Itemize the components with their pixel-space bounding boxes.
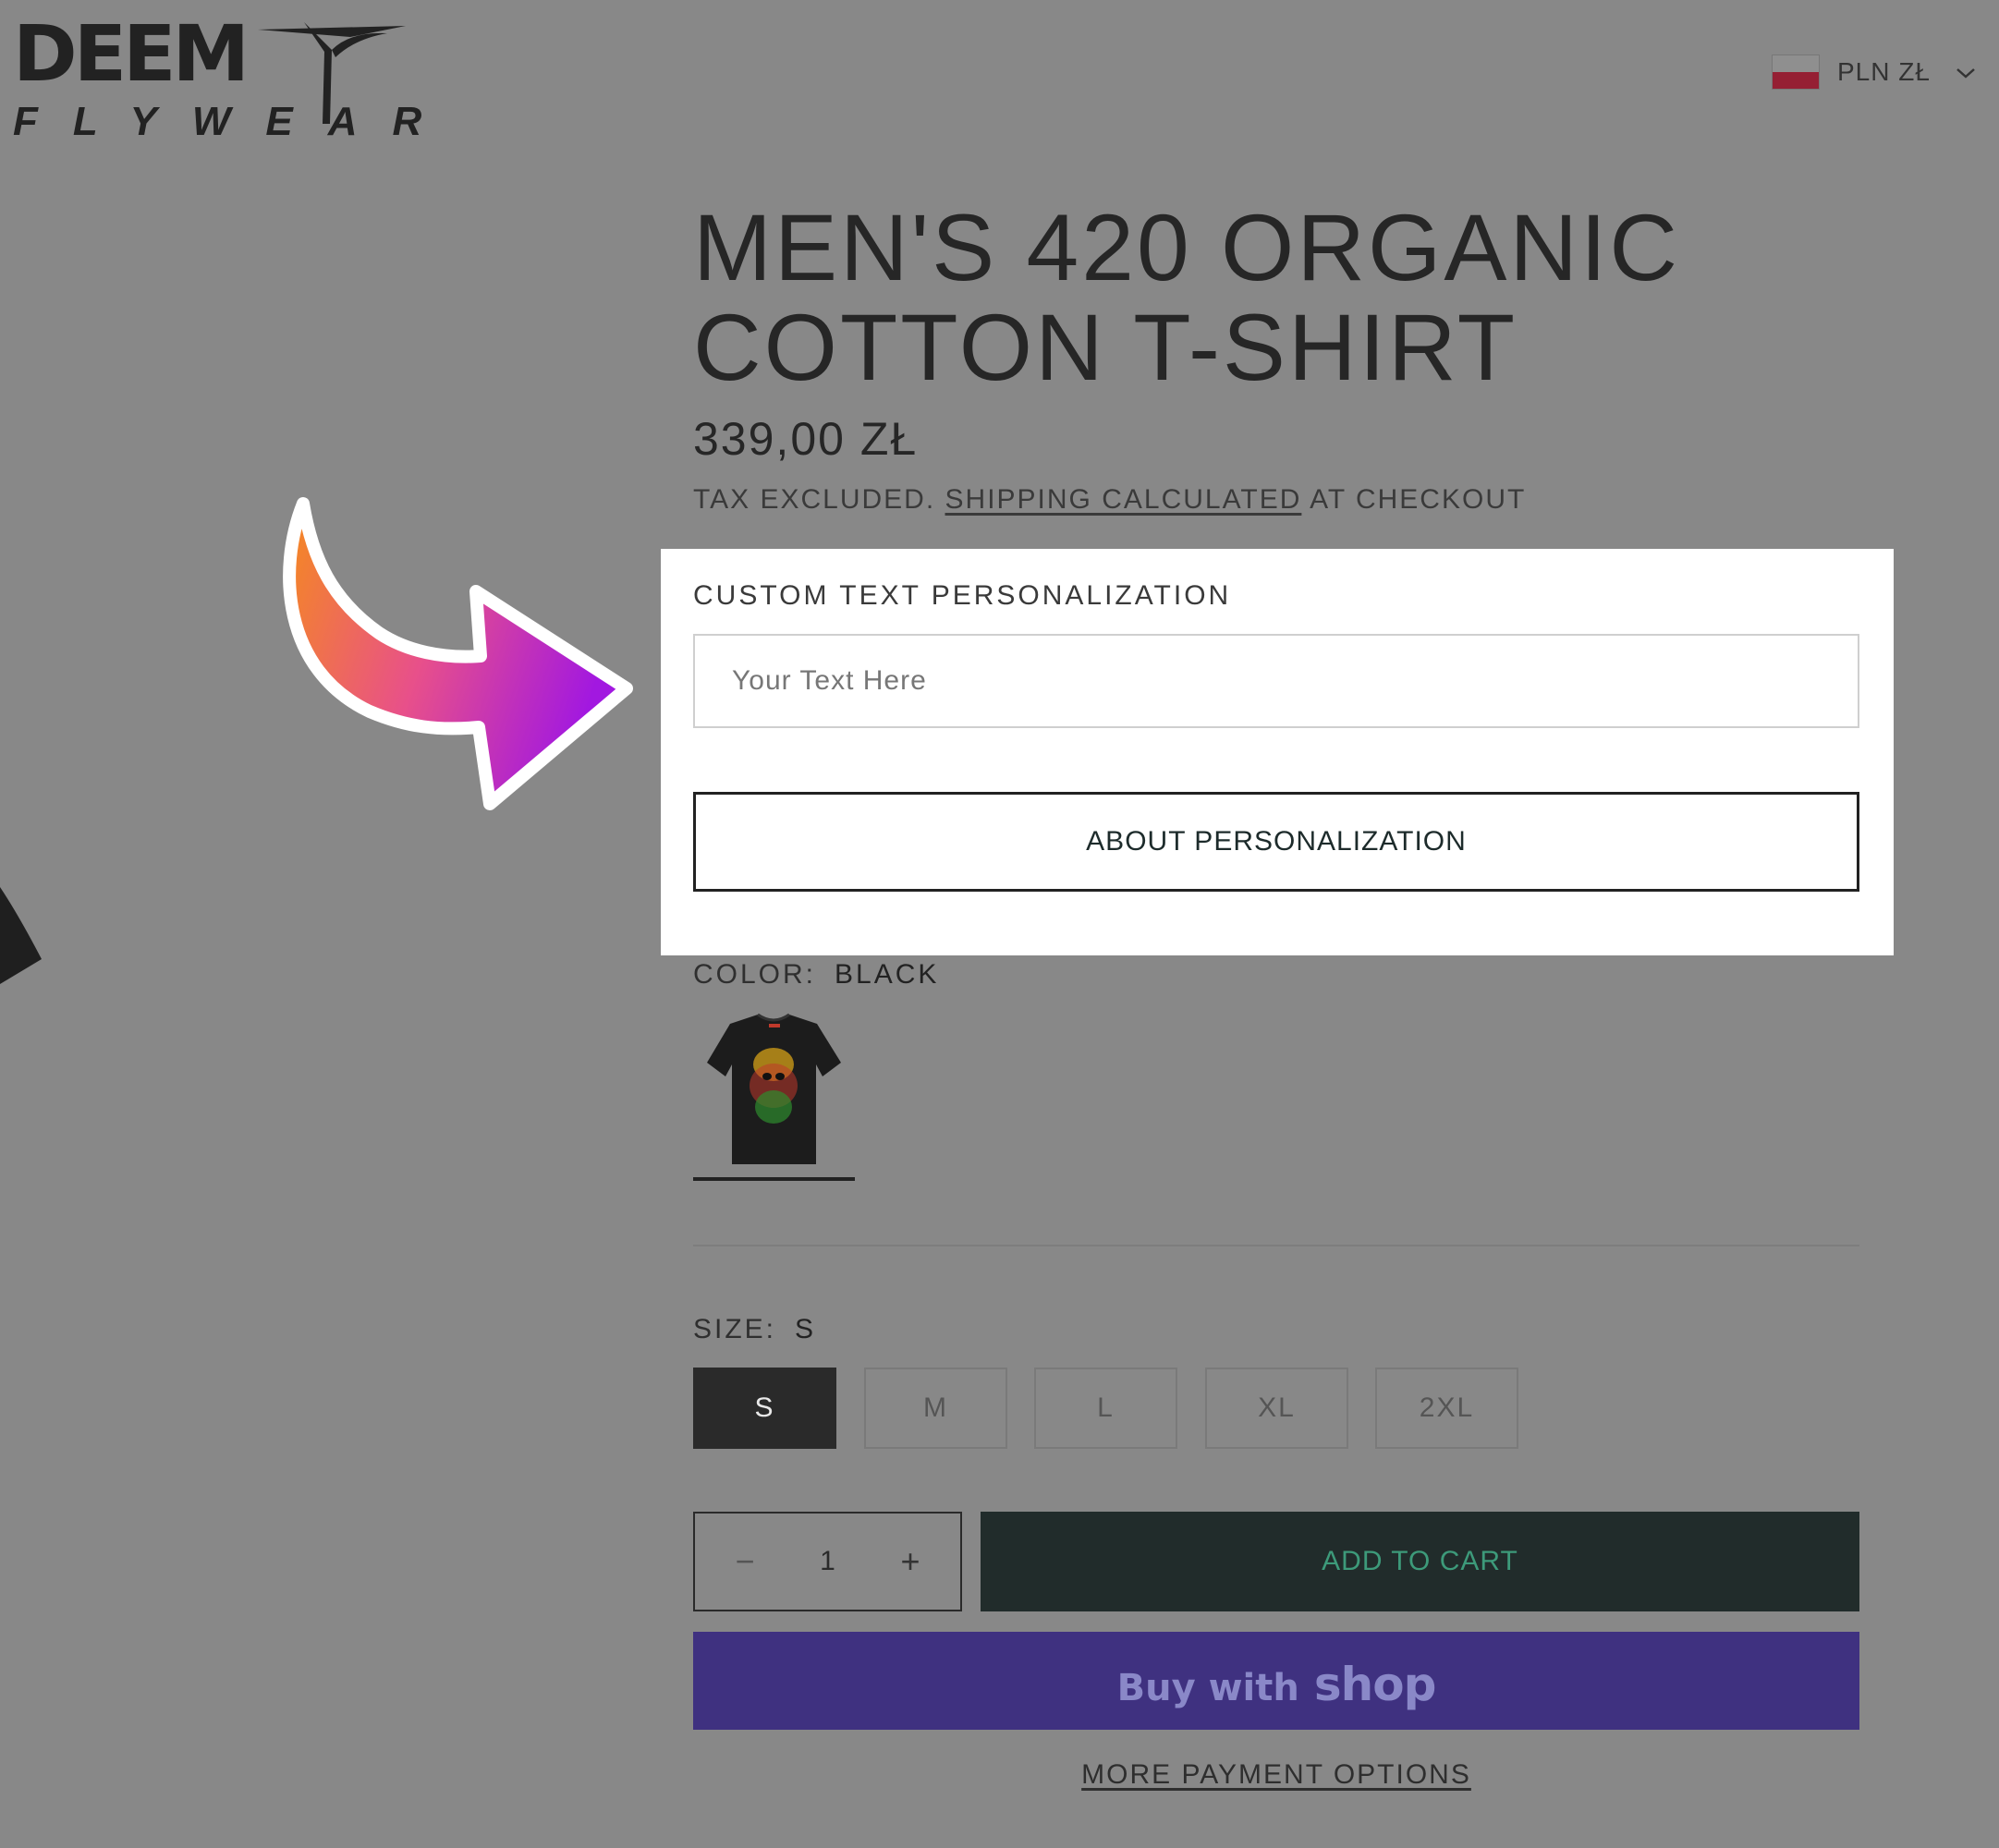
color-swatch-black[interactable] bbox=[693, 1007, 855, 1183]
more-payment-options-link[interactable]: MORE PAYMENT OPTIONS bbox=[1081, 1759, 1471, 1790]
currency-selector[interactable]: PLN ZŁ bbox=[1773, 52, 1977, 92]
pointer-arrow-icon bbox=[283, 497, 633, 810]
color-label: COLOR: BLACK bbox=[693, 959, 939, 991]
color-label-text: COLOR: bbox=[693, 959, 817, 990]
size-option-l[interactable]: L bbox=[1034, 1368, 1177, 1449]
size-value: S bbox=[795, 1314, 817, 1344]
selected-swatch-indicator bbox=[693, 1177, 855, 1181]
quantity-increase-button[interactable]: + bbox=[892, 1542, 929, 1581]
quantity-decrease-button[interactable]: − bbox=[726, 1542, 763, 1581]
tax-note-suffix: AT CHECKOUT bbox=[1310, 484, 1527, 515]
buy-with-shop-button[interactable]: Buy with shop bbox=[693, 1632, 1859, 1730]
size-label-text: SIZE: bbox=[693, 1314, 777, 1344]
size-option-xl[interactable]: XL bbox=[1205, 1368, 1348, 1449]
more-payment-options: MORE PAYMENT OPTIONS bbox=[693, 1759, 1859, 1791]
shipping-link[interactable]: SHIPPING CALCULATED bbox=[945, 484, 1302, 515]
brand-logo[interactable]: DEEM FLYWEAR bbox=[13, 8, 421, 142]
product-image-fragment bbox=[0, 887, 42, 984]
product-title: MEN'S 420 ORGANIC COTTON T-SHIRT bbox=[693, 195, 1681, 400]
size-option-s[interactable]: S bbox=[693, 1368, 836, 1449]
custom-text-input[interactable] bbox=[693, 634, 1859, 728]
personalization-label: CUSTOM TEXT PERSONALIZATION bbox=[693, 580, 1232, 611]
quantity-stepper: − 1 + bbox=[693, 1512, 962, 1611]
shop-pay-logo: shop bbox=[1313, 1658, 1436, 1711]
color-value: BLACK bbox=[835, 959, 940, 990]
tax-note: TAX EXCLUDED. SHIPPING CALCULATED AT CHE… bbox=[693, 484, 1526, 516]
tax-note-prefix: TAX EXCLUDED. bbox=[693, 484, 936, 515]
size-option-m[interactable]: M bbox=[864, 1368, 1007, 1449]
product-price: 339,00 ZŁ bbox=[693, 413, 919, 465]
about-personalization-button[interactable]: ABOUT PERSONALIZATION bbox=[693, 792, 1859, 892]
add-to-cart-button[interactable]: ADD TO CART bbox=[981, 1512, 1859, 1611]
poland-flag-icon bbox=[1773, 55, 1819, 89]
size-option-2xl[interactable]: 2XL bbox=[1375, 1368, 1518, 1449]
chevron-down-icon bbox=[1955, 58, 1977, 87]
section-divider bbox=[693, 1245, 1859, 1246]
buy-with-label: Buy with bbox=[1116, 1667, 1299, 1709]
currency-label: PLN ZŁ bbox=[1837, 57, 1931, 86]
size-label: SIZE: S bbox=[693, 1314, 816, 1345]
logo-wordmark: DEEM bbox=[13, 8, 250, 99]
logo-subtitle: FLYWEAR bbox=[13, 99, 457, 144]
tshirt-thumbnail bbox=[707, 1013, 841, 1164]
quantity-value[interactable]: 1 bbox=[820, 1546, 835, 1577]
